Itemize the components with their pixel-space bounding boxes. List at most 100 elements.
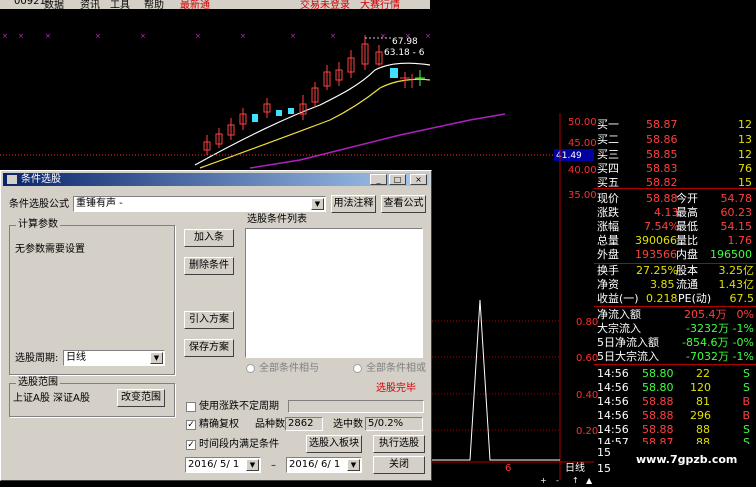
divider (594, 306, 756, 307)
date-separator: – (271, 460, 276, 471)
close-button[interactable]: 关闭 (373, 456, 425, 474)
stat-row: 外盘 193566 内盘 196500 (597, 248, 752, 261)
svg-text:×: × (18, 32, 24, 40)
variety-value: 2862 (285, 417, 323, 431)
or-label: 全部条件相或 (366, 363, 426, 374)
stat-row: 现价 58.88 今开 54.78 (597, 192, 752, 205)
axis-price-1: 50.00 (568, 117, 597, 128)
date-to-picker[interactable]: 2016/ 6/ 1 ▼ (286, 457, 362, 473)
svg-text:-: - (556, 476, 559, 485)
svg-text:+: + (540, 476, 547, 485)
time-range-checkbox[interactable]: ✓ (186, 440, 196, 450)
variable-period-checkbox[interactable] (186, 402, 196, 412)
divider (594, 263, 756, 264)
x-axis-label: 6 (505, 463, 511, 474)
flow-row: 5日净流入额 -854.6万 -0% (597, 336, 754, 349)
svg-text:×: × (290, 32, 296, 40)
axis-price-2: 45.00 (568, 138, 597, 149)
period-select[interactable]: 日线 ▼ (63, 350, 165, 366)
tick-row: 14:56 58.80 120 S (597, 381, 750, 394)
tick-row: 14:56 58.80 22 S (597, 367, 750, 380)
params-group-title: 计算参数 (16, 219, 60, 231)
fundamental-row: 净资 3.85 流通 1.43亿 (597, 278, 754, 291)
chevron-down-icon[interactable]: ▼ (150, 352, 163, 364)
tick-row: 14:56 58.88 88 S (597, 423, 750, 436)
add-to-block-button[interactable]: 选股入板块 (306, 435, 362, 453)
svg-text:×: × (330, 32, 336, 40)
tick-row: 14:57 58.87 88 S (597, 436, 750, 444)
svg-text:×: × (380, 32, 386, 40)
change-range-button[interactable]: 改变范围 (117, 389, 165, 407)
time-range-label: 时间段内满足条件 (199, 439, 279, 450)
execute-screening-button[interactable]: 执行选股 (373, 435, 425, 453)
period-label: 选股周期: (15, 353, 59, 364)
tick-row: 14:56 58.88 81 B (597, 395, 750, 408)
selected-label: 选中数 (333, 419, 363, 430)
delete-condition-button[interactable]: 删除条件 (184, 257, 234, 275)
svg-text:×: × (195, 32, 201, 40)
stock-screening-dialog: 条件选股 _ □ × 条件选股公式 重锤有声 - ▼ 用法注释 查看公式 计算参… (0, 170, 432, 481)
svg-text:×: × (45, 32, 51, 40)
svg-text:×: × (240, 32, 246, 40)
and-label: 全部条件相与 (259, 363, 319, 374)
svg-text:↑: ↑ (572, 476, 579, 485)
chevron-down-icon[interactable]: ▼ (311, 198, 324, 210)
minimize-icon[interactable]: _ (370, 174, 387, 185)
ask-row: 买一 58.87 12 (597, 118, 752, 131)
svg-text:×: × (425, 32, 431, 40)
watermark: www.7gpzb.com (612, 448, 756, 472)
dialog-title: 条件选股 (21, 174, 61, 185)
save-scheme-button[interactable]: 保存方案 (184, 339, 234, 357)
flow-row: 大宗流入 -3232万 -1% (597, 322, 754, 335)
ask-row: 买四 58.83 76 (597, 162, 752, 175)
close-icon[interactable]: × (410, 174, 427, 185)
stat-row: 总量 390066 量比 1.76 (597, 234, 752, 247)
flow-row: 净流入额 205.4万 0% (597, 308, 754, 321)
variable-period-label: 使用涨跌不定周期 (199, 401, 279, 412)
formula-label: 条件选股公式 (9, 199, 69, 210)
period-tab[interactable]: 日线 (565, 461, 585, 474)
and-radio[interactable] (246, 364, 255, 373)
stat-row: 涨跌 4.13 最高 60.23 (597, 206, 752, 219)
variety-label: 品种数 (255, 419, 285, 430)
fundamental-row: 换手 27.25% 股本 3.25亿 (597, 264, 754, 277)
app-icon (7, 175, 17, 184)
flow-row: 5日大宗流入 -7032万 -1% (597, 350, 754, 363)
quote-panel: 买一 58.87 12 买二 58.86 13 买三 58.85 12 买四 58.83 76 … (594, 113, 756, 487)
ask-row: 买三 58.85 12 (597, 148, 752, 161)
status-text: 选股完毕 (376, 383, 416, 394)
svg-text:×: × (140, 32, 146, 40)
high-price-label: 67.98 (392, 37, 418, 47)
chevron-down-icon[interactable]: ▼ (347, 459, 360, 471)
maximize-icon[interactable]: □ (389, 174, 406, 185)
usage-notes-button[interactable]: 用法注释 (331, 195, 376, 213)
tick-row: 14:56 58.88 296 B (597, 409, 750, 422)
axis-price-3: 40.00 (568, 165, 597, 176)
axis-price-4: 35.00 (568, 190, 597, 201)
period-range-field[interactable] (288, 400, 424, 413)
formula-select[interactable]: 重锤有声 - ▼ (73, 196, 326, 212)
view-formula-button[interactable]: 查看公式 (381, 195, 426, 213)
svg-text:×: × (95, 32, 101, 40)
price-range-label: 63.18 - 6 (384, 48, 425, 58)
ask-row: 买二 58.86 13 (597, 133, 752, 146)
divider (594, 364, 756, 365)
condition-list[interactable] (245, 228, 423, 358)
chevron-down-icon[interactable]: ▼ (246, 459, 259, 471)
svg-text:×: × (2, 32, 8, 40)
condition-list-title: 选股条件列表 (247, 214, 307, 225)
no-params-text: 无参数需要设置 (15, 244, 85, 255)
add-condition-button[interactable]: 加入条 (184, 229, 234, 247)
fundamental-row: 收益(一) 0.218 PE(动) 67.5 (597, 292, 754, 305)
svg-text:▲: ▲ (586, 476, 593, 485)
divider (594, 188, 756, 189)
stat-row: 涨幅 7.54% 最低 54.15 (597, 220, 752, 233)
range-text: 上证A股 深证A股 (13, 393, 90, 404)
date-from-picker[interactable]: 2016/ 5/ 1 ▼ (185, 457, 261, 473)
selected-value: 5/0.2% (365, 417, 423, 431)
precise-restore-checkbox[interactable]: ✓ (186, 420, 196, 430)
import-scheme-button[interactable]: 引入方案 (184, 311, 234, 329)
precise-restore-label: 精确复权 (199, 419, 239, 430)
range-group-title: 选股范围 (16, 377, 60, 389)
or-radio[interactable] (353, 364, 362, 373)
